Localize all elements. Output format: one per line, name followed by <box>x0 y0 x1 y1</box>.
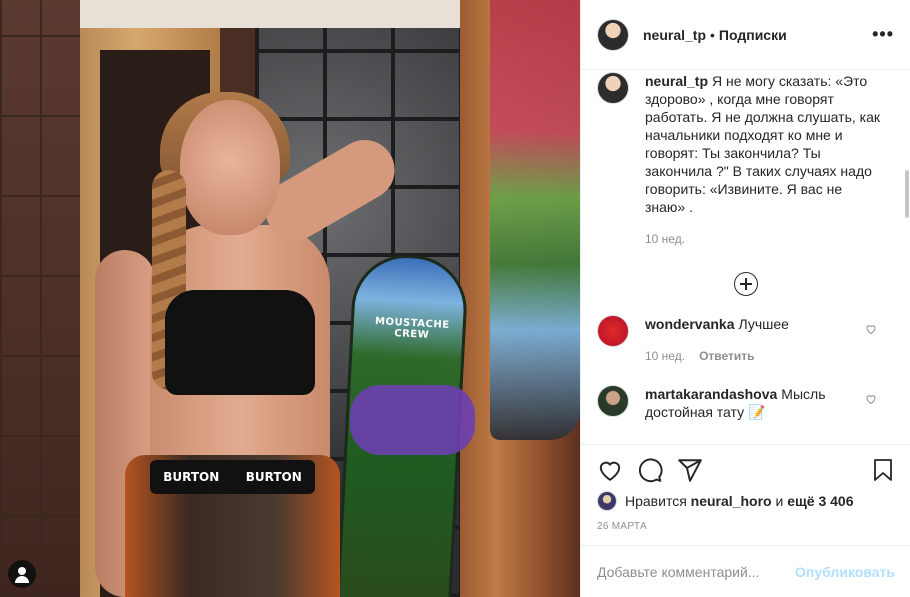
comment-text: Лучшее <box>738 316 789 332</box>
caption-username[interactable]: neural_tp <box>645 73 708 89</box>
likes-summary: Нравится neural_horo и ещё 3 406 <box>597 491 895 511</box>
post-sidebar: neural_tp • Подписки ••• neural_tp Я не м… <box>580 0 910 597</box>
action-icons <box>597 455 895 485</box>
comment-like-heart-icon[interactable] <box>865 323 877 335</box>
reply-button[interactable]: Ответить <box>699 349 754 363</box>
caption-text: Я не могу сказать: «Это здорово» , когда… <box>645 73 880 215</box>
comment-meta: 10 нед. Ответить <box>645 347 881 365</box>
header-separator: • <box>710 26 715 43</box>
post-date: 26 МАРТА <box>597 521 647 532</box>
ceiling <box>80 0 460 28</box>
comment-icon[interactable] <box>637 457 663 483</box>
likes-and: и <box>775 493 784 509</box>
author-username[interactable]: neural_tp <box>643 27 706 43</box>
liker-avatar[interactable] <box>597 491 617 511</box>
comments-scrollbar[interactable] <box>905 170 909 218</box>
comment-item: wondervanka Лучшее 10 нед. Ответить <box>597 315 895 365</box>
hanging-towels <box>490 0 580 440</box>
commenter-username[interactable]: martakarandashova <box>645 386 777 402</box>
share-icon[interactable] <box>677 457 703 483</box>
caption-meta: 10 нед. <box>645 230 881 248</box>
person-head <box>180 100 280 235</box>
caption: neural_tp Я не могу сказать: «Это здорово… <box>597 72 895 248</box>
commenter-username[interactable]: wondervanka <box>645 316 734 332</box>
caption-time[interactable]: 10 нед. <box>645 232 685 246</box>
comment-time[interactable]: 10 нед. <box>645 349 685 363</box>
post-actions: Нравится neural_horo и ещё 3 406 26 МАРТ… <box>581 444 910 532</box>
comment-input[interactable] <box>597 563 796 580</box>
waistband-brand-left: BURTON <box>163 470 220 484</box>
comments-list[interactable]: neural_tp Я не могу сказать: «Это здорово… <box>581 70 910 444</box>
sports-top <box>165 290 315 395</box>
tile-wall <box>0 0 80 597</box>
waistband-brand-right: BURTON <box>245 470 302 484</box>
snowboard-binding <box>350 385 475 455</box>
comment-item: martakarandashova Мысль достойная тату 📝 <box>597 385 895 421</box>
likes-count[interactable]: ещё 3 406 <box>787 493 853 509</box>
following-button[interactable]: Подписки <box>719 27 787 43</box>
likes-prefix: Нравится <box>625 493 687 509</box>
shorts-waistband: BURTON BURTON <box>150 460 315 494</box>
snowboard-text: MOUSTACHE CREW <box>374 316 450 341</box>
more-icon[interactable]: ••• <box>872 24 894 45</box>
commenter-avatar[interactable] <box>597 385 629 417</box>
post-photo[interactable]: MOUSTACHE CREW BURTON BURTON <box>0 0 580 597</box>
commenter-avatar[interactable] <box>597 315 629 347</box>
plus-circle-icon[interactable] <box>734 272 758 296</box>
caption-avatar[interactable] <box>597 72 629 104</box>
author-avatar[interactable] <box>597 18 629 51</box>
post-header: neural_tp • Подписки ••• <box>581 0 910 70</box>
comment-like-heart-icon[interactable] <box>865 393 877 405</box>
bookmark-icon[interactable] <box>871 457 895 483</box>
heart-icon[interactable] <box>597 457 623 483</box>
add-comment-bar: Опубликовать <box>581 545 910 597</box>
publish-button[interactable]: Опубликовать <box>795 564 895 580</box>
user-tag-icon[interactable] <box>8 560 36 588</box>
liker-username[interactable]: neural_horo <box>691 493 772 509</box>
